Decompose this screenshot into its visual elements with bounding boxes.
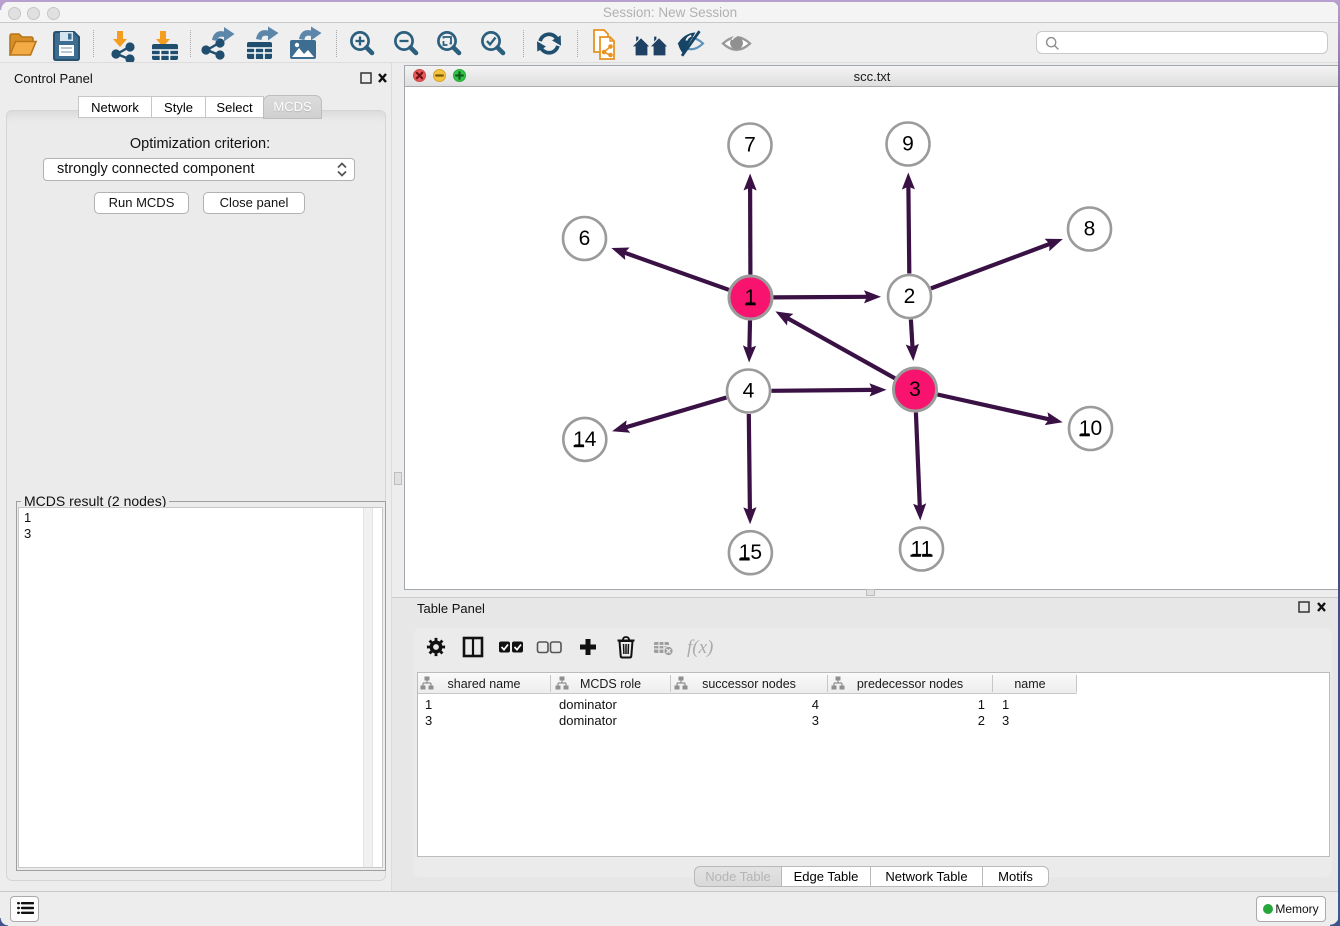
svg-text:f(x): f(x) [687, 637, 713, 658]
svg-text:10: 10 [1079, 417, 1102, 440]
svg-text:11: 11 [911, 538, 933, 561]
svg-text:7: 7 [744, 134, 756, 157]
svg-text:15: 15 [739, 541, 762, 564]
svg-text:3: 3 [909, 378, 921, 401]
svg-text:6: 6 [579, 227, 591, 250]
svg-text:9: 9 [902, 133, 914, 156]
svg-text:8: 8 [1084, 218, 1096, 241]
svg-text:2: 2 [904, 285, 916, 308]
svg-text:14: 14 [573, 428, 597, 451]
svg-text:4: 4 [743, 380, 755, 403]
svg-text:1: 1 [745, 286, 757, 309]
